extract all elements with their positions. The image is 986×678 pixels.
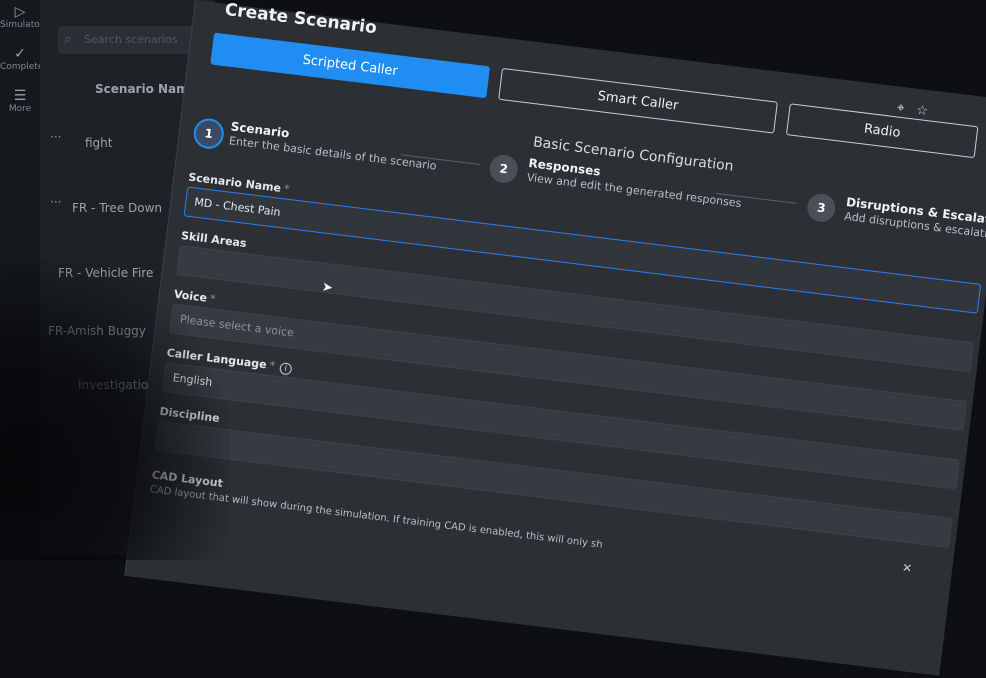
scenario-name: fight <box>85 136 113 150</box>
tab-scripted-caller[interactable]: Scripted Caller <box>210 32 491 99</box>
tab-smart-caller[interactable]: Smart Caller <box>498 67 778 134</box>
voice-label: Voice* <box>173 287 217 306</box>
column-header-scenario-name[interactable]: Scenario Name <box>95 82 197 96</box>
list-icon: ☰ <box>13 88 27 104</box>
location-pin-icon[interactable]: ⌖ <box>896 100 905 116</box>
scenario-name: FR - Tree Down <box>72 201 163 215</box>
step-2-indicator[interactable]: 2 <box>488 153 520 185</box>
page-title: Create Scenario <box>223 0 378 39</box>
scenario-name: FR - Vehicle Fire <box>58 266 154 280</box>
search-input[interactable]: ⌕ Search scenarios <box>58 26 198 54</box>
step-3-indicator[interactable]: 3 <box>805 192 837 224</box>
more-icon[interactable]: ··· <box>50 195 61 209</box>
step-2-subtitle: View and edit the generated responses <box>526 170 743 211</box>
star-icon[interactable]: ☆ <box>915 103 928 119</box>
search-icon: ⌕ <box>64 32 72 47</box>
rail-item-completed[interactable]: ✓ Completed <box>0 46 49 72</box>
mouse-cursor-icon: ➤ <box>321 279 334 296</box>
create-scenario-panel: Create Scenario ⌖ ☆ Scripted Caller Smart… <box>124 0 986 676</box>
close-icon[interactable]: ✕ <box>901 560 913 575</box>
scenario-name: FR-Amish Buggy <box>48 324 146 338</box>
play-icon: ▷ <box>14 4 26 20</box>
step-1-subtitle: Enter the basic details of the scenario <box>228 134 438 173</box>
info-icon[interactable]: i <box>279 362 293 376</box>
rail-item-more[interactable]: ☰ More <box>0 88 40 114</box>
tab-radio[interactable]: Radio <box>785 103 979 159</box>
rail-item-label: More <box>8 104 32 114</box>
rail-item-label: Simulator <box>0 20 44 30</box>
step-1-indicator[interactable]: 1 <box>192 116 226 151</box>
scenario-name: Investigation <box>78 378 156 392</box>
left-rail: ▷ Simulator ✓ Completed ☰ More <box>0 0 49 555</box>
search-placeholder: Search scenarios <box>84 33 178 46</box>
rail-item-simulator[interactable]: ▷ Simulator <box>0 4 44 30</box>
more-icon[interactable]: ··· <box>50 130 61 144</box>
check-icon: ✓ <box>14 46 26 62</box>
